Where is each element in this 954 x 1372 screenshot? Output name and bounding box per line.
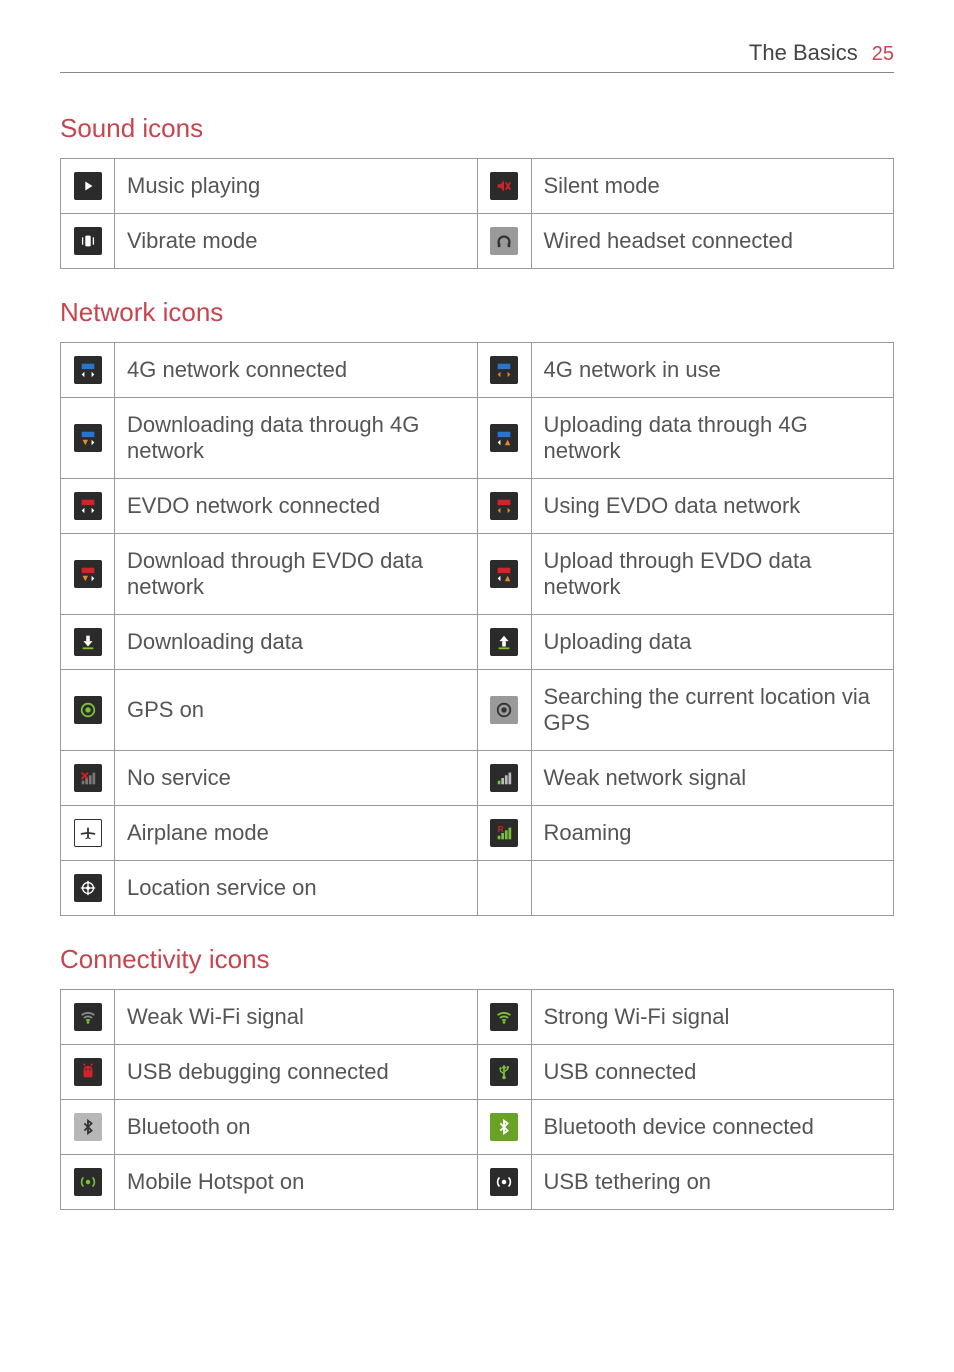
label: 4G network in use [531,343,894,398]
wifi-weak-icon [74,1003,102,1031]
label: Downloading data [115,615,478,670]
wifi-strong-icon [490,1003,518,1031]
4g-connected-icon [74,356,102,384]
page-number: 25 [872,43,894,66]
table-row: Download through EVDO data network Uploa… [61,534,894,615]
heading-sound-icons: Sound icons [60,113,894,144]
label: Downloading data through 4G network [115,398,478,479]
label: GPS on [115,670,478,751]
label [531,861,894,916]
label: Silent mode [531,159,894,214]
table-row: Downloading data Uploading data [61,615,894,670]
table-row: No service Weak network signal [61,751,894,806]
table-row: Downloading data through 4G network Uplo… [61,398,894,479]
label: Uploading data [531,615,894,670]
table-connectivity-icons: Weak Wi-Fi signal Strong Wi-Fi signal US… [60,989,894,1210]
usb-tethering-icon [490,1168,518,1196]
label: Vibrate mode [115,214,478,269]
table-row: EVDO network connected Using EVDO data n… [61,479,894,534]
downloading-icon [74,628,102,656]
label: Bluetooth device connected [531,1100,894,1155]
4g-upload-icon [490,424,518,452]
table-row: Vibrate mode Wired headset connected [61,214,894,269]
table-sound-icons: Music playing Silent mode Vibrate mode W… [60,158,894,269]
table-row: 4G network connected 4G network in use [61,343,894,398]
svg-text:R: R [498,825,504,834]
vibrate-mode-icon [74,227,102,255]
4g-in-use-icon [490,356,518,384]
evdo-connected-icon [74,492,102,520]
no-service-icon [74,764,102,792]
label: USB tethering on [531,1155,894,1210]
label: Using EVDO data network [531,479,894,534]
label: Location service on [115,861,478,916]
table-row: Mobile Hotspot on USB tethering on [61,1155,894,1210]
label: Download through EVDO data network [115,534,478,615]
label: Roaming [531,806,894,861]
airplane-mode-icon [74,819,102,847]
evdo-download-icon [74,560,102,588]
gps-on-icon [74,696,102,724]
table-row: Airplane mode R Roaming [61,806,894,861]
evdo-in-use-icon [490,492,518,520]
weak-signal-icon [490,764,518,792]
music-playing-icon [74,172,102,200]
label: 4G network connected [115,343,478,398]
label: Uploading data through 4G network [531,398,894,479]
label: No service [115,751,478,806]
heading-connectivity-icons: Connectivity icons [60,944,894,975]
table-row: Music playing Silent mode [61,159,894,214]
table-row: USB debugging connected USB connected [61,1045,894,1100]
label: Mobile Hotspot on [115,1155,478,1210]
location-service-icon [74,874,102,902]
table-row: Location service on [61,861,894,916]
wired-headset-icon [490,227,518,255]
bluetooth-on-icon [74,1113,102,1141]
label: Weak network signal [531,751,894,806]
mobile-hotspot-icon [74,1168,102,1196]
usb-debugging-icon [74,1058,102,1086]
label: Music playing [115,159,478,214]
heading-network-icons: Network icons [60,297,894,328]
gps-searching-icon [490,696,518,724]
label: USB connected [531,1045,894,1100]
label: Airplane mode [115,806,478,861]
label: Wired headset connected [531,214,894,269]
table-row: GPS on Searching the current location vi… [61,670,894,751]
usb-connected-icon [490,1058,518,1086]
label: EVDO network connected [115,479,478,534]
table-row: Weak Wi-Fi signal Strong Wi-Fi signal [61,990,894,1045]
label: Searching the current location via GPS [531,670,894,751]
label: Weak Wi-Fi signal [115,990,478,1045]
page-header: The Basics 25 [60,40,894,73]
silent-mode-icon [490,172,518,200]
table-row: Bluetooth on Bluetooth device connected [61,1100,894,1155]
label: Upload through EVDO data network [531,534,894,615]
4g-download-icon [74,424,102,452]
label: USB debugging connected [115,1045,478,1100]
bluetooth-connected-icon [490,1113,518,1141]
uploading-icon [490,628,518,656]
label: Strong Wi-Fi signal [531,990,894,1045]
roaming-icon: R [490,819,518,847]
evdo-upload-icon [490,560,518,588]
label: Bluetooth on [115,1100,478,1155]
table-network-icons: 4G network connected 4G network in use D… [60,342,894,916]
page-title: The Basics [749,40,858,66]
